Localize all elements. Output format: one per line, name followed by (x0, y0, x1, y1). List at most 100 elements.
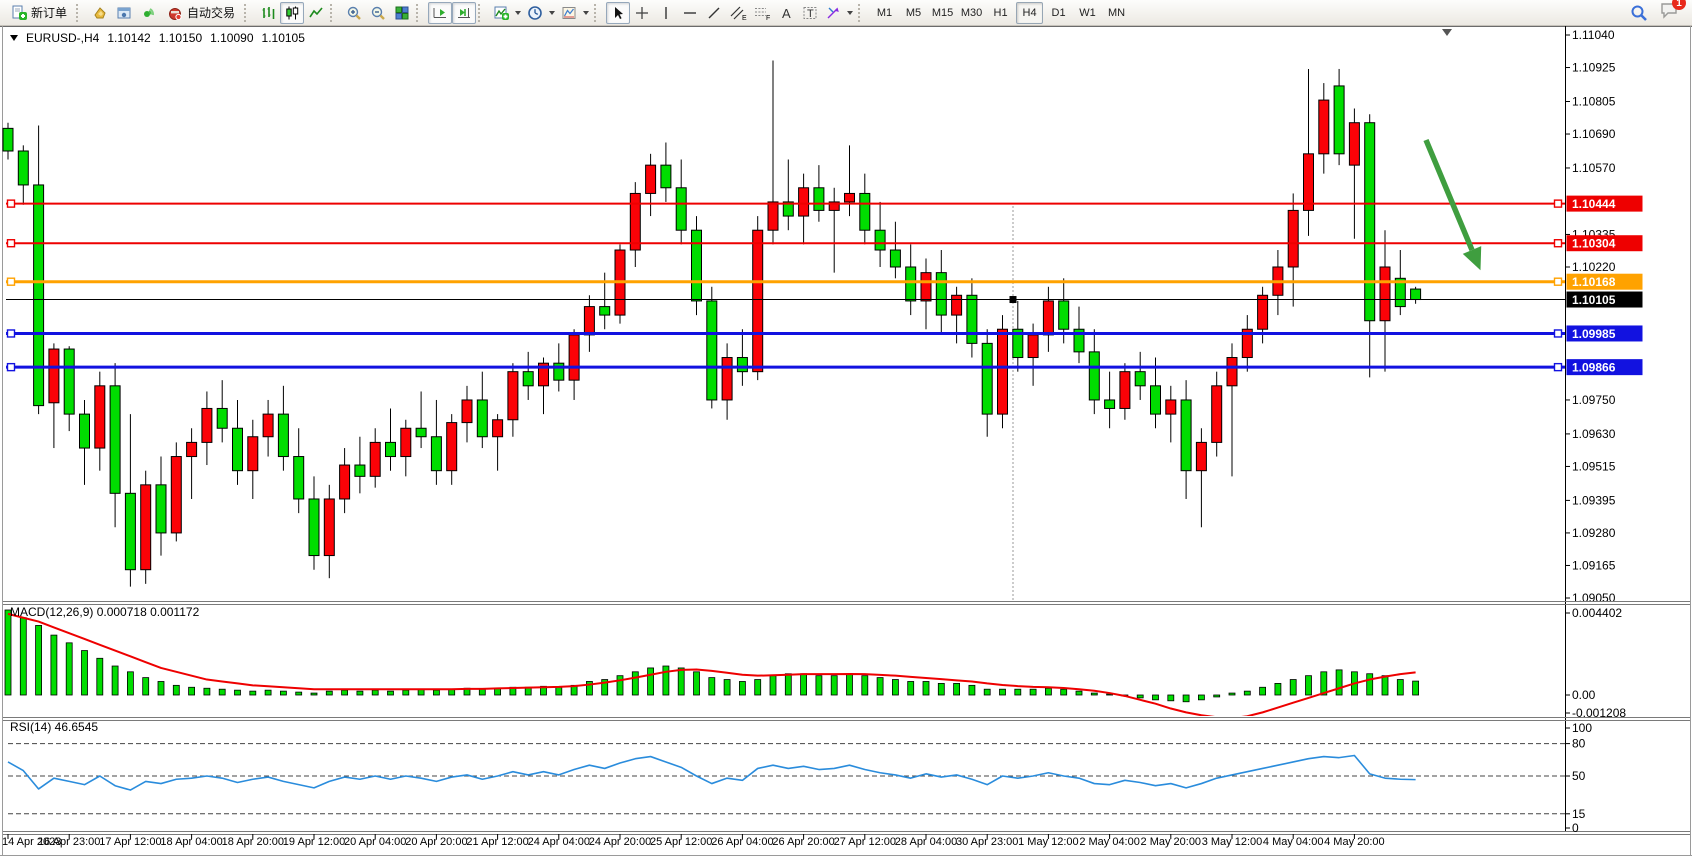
time-axis-label: 26 Apr 20:00 (772, 836, 834, 848)
level-handle[interactable] (8, 278, 15, 285)
candle-body (982, 343, 992, 414)
candle-body (707, 301, 717, 400)
level-handle[interactable] (8, 364, 15, 371)
market-watch-button[interactable] (112, 2, 136, 24)
time-axis-label: 28 Apr 04:00 (895, 836, 957, 848)
search-icon[interactable] (1630, 4, 1648, 22)
periods-button[interactable] (524, 2, 558, 24)
trendline-tool-button[interactable] (702, 2, 726, 24)
label-tool-button[interactable]: T (798, 2, 822, 24)
chart-shift-button[interactable] (452, 2, 476, 24)
zoom-out-button[interactable] (366, 2, 390, 24)
macd-histogram-bar (923, 681, 929, 695)
candle-body (998, 329, 1008, 414)
macd-histogram-bar (357, 691, 363, 695)
text-glyph: A (782, 6, 791, 21)
channel-tool-button[interactable]: E (726, 2, 750, 24)
timeframe-button-M30[interactable]: M30 (958, 2, 985, 24)
profiles-button[interactable] (88, 2, 112, 24)
macd-histogram-bar (770, 676, 776, 695)
dropdown-arrow-icon[interactable] (847, 11, 853, 15)
horizontal-line-icon (682, 5, 698, 21)
macd-histogram-bar (1367, 674, 1373, 695)
level-handle[interactable] (1010, 296, 1017, 303)
time-axis[interactable]: 14 Apr 202316 Apr 23:0017 Apr 12:0018 Ap… (2, 834, 1385, 848)
level-handle[interactable] (8, 240, 15, 247)
timeframe-button-D1[interactable]: D1 (1045, 2, 1072, 24)
macd-histogram-bar (189, 687, 195, 695)
fibonacci-tool-button[interactable]: F (750, 2, 774, 24)
level-handle[interactable] (1555, 240, 1562, 247)
arrows-icon (825, 5, 841, 21)
dropdown-arrow-icon[interactable] (549, 11, 555, 15)
timeframe-button-M1[interactable]: M1 (871, 2, 898, 24)
templates-button[interactable] (558, 2, 592, 24)
bar-chart-button[interactable] (256, 2, 280, 24)
time-axis-label: 25 Apr 12:00 (650, 836, 712, 848)
timeframe-button-W1[interactable]: W1 (1074, 2, 1101, 24)
candle-body (1212, 386, 1222, 443)
macd-histogram-bar (127, 672, 133, 695)
rsi-axis-label: 50 (1572, 769, 1586, 783)
timeframe-button-H1[interactable]: H1 (987, 2, 1014, 24)
candle-body (1120, 372, 1130, 409)
collapse-arrow-icon[interactable] (10, 35, 18, 41)
time-axis-label: 3 May 12:00 (1202, 836, 1263, 848)
macd-histogram-bar (1229, 693, 1235, 695)
timeframe-button-M5[interactable]: M5 (900, 2, 927, 24)
price-axis-label: 1.09280 (1572, 526, 1616, 540)
time-axis-label: 4 May 20:00 (1324, 836, 1385, 848)
rsi-axis-label: 0 (1572, 821, 1579, 835)
macd-histogram-bar (20, 618, 26, 695)
macd-histogram-bar (1336, 670, 1342, 695)
candle-body (202, 408, 212, 442)
dropdown-arrow-icon[interactable] (583, 11, 589, 15)
candle-body (3, 128, 13, 151)
indicators-button[interactable] (490, 2, 524, 24)
level-handle[interactable] (1555, 278, 1562, 285)
timeframe-button-MN[interactable]: MN (1103, 2, 1130, 24)
candle-body (141, 485, 151, 570)
vertical-line-tool-button[interactable] (654, 2, 678, 24)
zoom-in-button[interactable] (342, 2, 366, 24)
timeframe-button-H4[interactable]: H4 (1016, 2, 1043, 24)
crosshair-tool-button[interactable] (630, 2, 654, 24)
macd-histogram-bar (678, 668, 684, 695)
macd-histogram-bar (1061, 689, 1067, 695)
new-order-button[interactable]: 新订单 (4, 2, 74, 24)
level-handle[interactable] (1555, 330, 1562, 337)
notification-badge[interactable]: 1 (1672, 0, 1686, 10)
channel-glyph: E (742, 15, 747, 21)
candle-body (1043, 301, 1053, 335)
timeframe-button-M15[interactable]: M15 (929, 2, 956, 24)
level-handle[interactable] (1555, 364, 1562, 371)
macd-histogram-bar (1168, 695, 1174, 701)
candle-body (18, 151, 28, 185)
level-handle[interactable] (8, 200, 15, 207)
arrows-tool-button[interactable] (822, 2, 856, 24)
text-tool-button[interactable]: A (774, 2, 798, 24)
new-order-icon (11, 5, 27, 21)
candlestick-chart-button[interactable] (280, 2, 304, 24)
dropdown-arrow-icon[interactable] (515, 11, 521, 15)
line-chart-button[interactable] (304, 2, 328, 24)
macd-histogram-bar (1153, 695, 1159, 700)
cursor-tool-button[interactable] (606, 2, 630, 24)
level-handle[interactable] (8, 330, 15, 337)
macd-histogram-bar (831, 676, 837, 695)
notifications-button[interactable]: 1 (1660, 1, 1680, 24)
candle-body (309, 499, 319, 556)
macd-histogram-bar (97, 658, 103, 695)
signals-button[interactable] (136, 2, 160, 24)
time-axis-label: 19 Apr 12:00 (283, 836, 345, 848)
candle-body (875, 230, 885, 250)
level-handle[interactable] (1555, 200, 1562, 207)
tile-windows-button[interactable] (390, 2, 414, 24)
auto-scroll-button[interactable] (428, 2, 452, 24)
mt4-terminal: 新订单 (0, 0, 1692, 857)
horizontal-line-tool-button[interactable] (678, 2, 702, 24)
autotrading-button[interactable]: 自动交易 (160, 2, 242, 24)
candle-body (860, 193, 870, 230)
macd-histogram-bar (648, 668, 654, 695)
candle-body (95, 386, 105, 448)
